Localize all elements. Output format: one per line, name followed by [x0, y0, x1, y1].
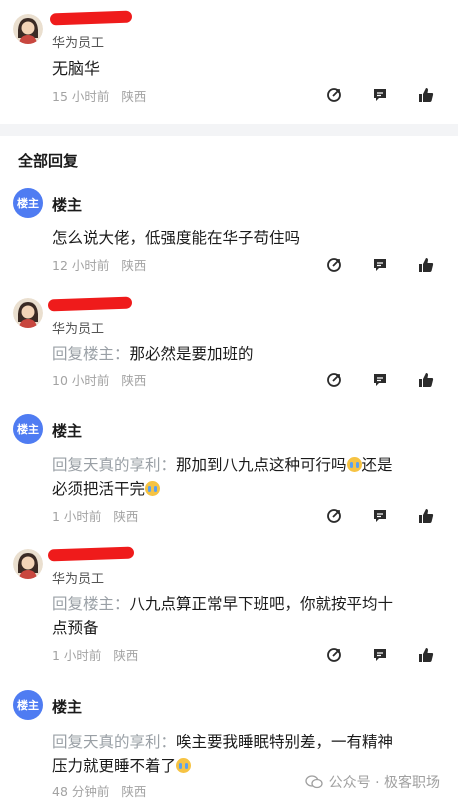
- crying-emoji-icon: [145, 481, 161, 496]
- reply-time: 12 小时前: [52, 258, 110, 273]
- avatar-label: 楼主: [17, 423, 39, 436]
- avatar[interactable]: [13, 549, 43, 579]
- reply-location: 陕西: [121, 373, 147, 388]
- avatar[interactable]: [13, 14, 43, 44]
- like-icon[interactable]: [418, 87, 434, 103]
- reply-meta: 1 小时前 陕西: [52, 506, 138, 525]
- reply-actions: [326, 257, 434, 273]
- reply-prefix[interactable]: 回复楼主：: [52, 595, 130, 613]
- watermark: 公众号 · 极客职场: [304, 772, 440, 792]
- reply-actions: [326, 647, 434, 663]
- avatar[interactable]: 楼主: [13, 414, 43, 444]
- watermark-text: 公众号 · 极客职场: [328, 775, 440, 791]
- like-icon[interactable]: [418, 647, 434, 663]
- reply-content: 怎么说大佬，低强度能在华子苟住吗: [52, 229, 301, 247]
- user-badge: 华为员工: [52, 572, 105, 587]
- reply-location: 陕西: [113, 648, 139, 663]
- user-badge: 华为员工: [52, 36, 105, 51]
- post-meta: 15 小时前 陕西: [52, 86, 146, 105]
- crying-emoji-icon: [176, 758, 192, 773]
- reply-content: 回复楼主：八九点算正常早下班吧，你就按平均十 点预备: [52, 592, 442, 640]
- author-name[interactable]: 楼主: [52, 420, 82, 441]
- reply-content: 回复天真的享利：那加到八九点这种可行吗 还是 必须把活干完: [52, 453, 442, 501]
- reply-meta: 12 小时前 陕西: [52, 255, 146, 274]
- reply-time: 1 小时前: [52, 509, 102, 524]
- share-icon[interactable]: [326, 647, 342, 663]
- section-title: 全部回复: [18, 152, 79, 170]
- avatar[interactable]: [13, 298, 43, 328]
- reply-prefix[interactable]: 回复天真的享利：: [52, 733, 176, 751]
- share-icon[interactable]: [326, 87, 342, 103]
- redacted-username: [49, 10, 133, 26]
- reply-location: 陕西: [113, 509, 139, 524]
- like-icon[interactable]: [418, 257, 434, 273]
- reply-prefix[interactable]: 回复楼主：: [52, 345, 130, 363]
- avatar-label: 楼主: [17, 197, 39, 210]
- post-actions: [326, 87, 434, 103]
- reply-meta: 1 小时前 陕西: [52, 645, 138, 664]
- reply-text: 点预备: [52, 619, 99, 637]
- reply-content: 回复楼主：那必然是要加班的: [52, 342, 442, 366]
- redacted-username: [47, 546, 135, 562]
- reply-text: 那必然是要加班的: [129, 345, 254, 363]
- post-location: 陕西: [121, 89, 147, 104]
- reply-time: 48 分钟前: [52, 784, 110, 799]
- reply-text: 唉主要我睡眠特别差，一有精神: [176, 733, 394, 751]
- user-badge: 华为员工: [52, 322, 105, 337]
- author-name[interactable]: 楼主: [52, 194, 82, 215]
- reply-actions: [326, 372, 434, 388]
- reply-time: 10 小时前: [52, 373, 110, 388]
- avatar-label: 楼主: [17, 699, 39, 712]
- share-icon[interactable]: [326, 257, 342, 273]
- reply-location: 陕西: [121, 258, 147, 273]
- wechat-icon: [304, 775, 323, 789]
- reply-meta: 10 小时前 陕西: [52, 370, 146, 389]
- reply-time: 1 小时前: [52, 648, 102, 663]
- comment-icon[interactable]: [372, 647, 388, 663]
- like-icon[interactable]: [418, 508, 434, 524]
- reply-actions: [326, 508, 434, 524]
- comment-icon[interactable]: [372, 257, 388, 273]
- post-time: 15 小时前: [52, 89, 110, 104]
- avatar[interactable]: 楼主: [13, 188, 43, 218]
- redacted-username: [47, 296, 133, 312]
- share-icon[interactable]: [326, 372, 342, 388]
- reply-text: 那加到八九点这种可行吗: [176, 456, 347, 474]
- section-divider: [0, 124, 458, 136]
- author-name[interactable]: 楼主: [52, 696, 82, 717]
- reply-text: 压力就更睡不着了: [52, 757, 177, 775]
- comment-icon[interactable]: [372, 508, 388, 524]
- reply-text: 还是: [361, 456, 393, 474]
- like-icon[interactable]: [418, 372, 434, 388]
- reply-text: 八九点算正常早下班吧，你就按平均十: [129, 595, 394, 613]
- reply-prefix[interactable]: 回复天真的享利：: [52, 456, 176, 474]
- reply-content: 回复天真的享利：唉主要我睡眠特别差，一有精神 压力就更睡不着了: [52, 730, 442, 778]
- reply-location: 陕西: [121, 784, 147, 799]
- crying-emoji-icon: [346, 457, 362, 472]
- comment-icon[interactable]: [372, 87, 388, 103]
- share-icon[interactable]: [326, 508, 342, 524]
- post-content: 无脑华: [52, 59, 101, 78]
- comment-icon[interactable]: [372, 372, 388, 388]
- avatar[interactable]: 楼主: [13, 690, 43, 720]
- reply-text: 必须把活干完: [52, 480, 146, 498]
- reply-meta: 48 分钟前 陕西: [52, 781, 146, 800]
